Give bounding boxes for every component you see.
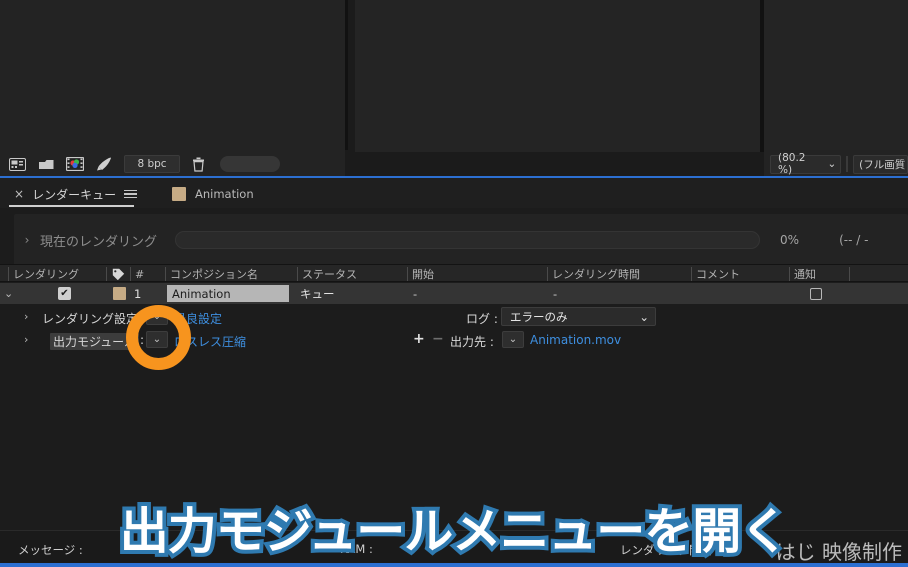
render-settings-expand-chevron[interactable]: › (24, 310, 28, 323)
col-render-time-header[interactable]: レンダリング時間 (547, 265, 691, 283)
row-start-time: - (413, 286, 418, 301)
col-comp-name-header[interactable]: コンポジション名 (165, 265, 297, 283)
close-icon[interactable]: × (14, 187, 24, 201)
current-render-elapsed: (-- / - (839, 233, 869, 247)
current-render-label: 現在のレンダリング (40, 234, 158, 250)
panel-tab-bar: × レンダーキュー Animation (0, 178, 908, 208)
tab-composition-animation[interactable]: Animation (172, 183, 254, 205)
caption-overlay: 出力モジュールメニューを開く (116, 499, 794, 564)
col-number-header[interactable]: # (130, 265, 165, 283)
col-start-header[interactable]: 開始 (407, 265, 547, 283)
after-effects-window: 8 bpc (80.2 %) ⌄ (フル画質 × レンダーキュー Animati… (0, 0, 908, 567)
quality-label: (フル画質 (859, 158, 906, 171)
zoom-level-dropdown[interactable]: (80.2 %) ⌄ (770, 152, 842, 176)
output-destination-value[interactable]: Animation.mov (530, 333, 621, 347)
mask-visibility-icon[interactable] (35, 155, 57, 173)
highlight-ring-annotation (126, 305, 191, 370)
tab-composition-label: Animation (195, 187, 254, 201)
delete-trash-icon[interactable] (187, 155, 209, 173)
col-end-divider (849, 265, 869, 283)
output-module-expand-chevron[interactable]: › (24, 333, 28, 346)
col-render-header[interactable]: レンダリング (8, 265, 106, 283)
hamburger-menu-icon[interactable] (124, 189, 138, 199)
current-render-expand-chevron[interactable]: › (14, 233, 40, 247)
tab-render-queue-label: レンダーキュー (32, 187, 117, 202)
log-label: ログ : (466, 312, 498, 326)
tab-render-queue[interactable]: × レンダーキュー (8, 182, 143, 206)
output-destination-label: 出力先 : (450, 335, 494, 349)
row-number: 1 (134, 286, 142, 301)
tag-icon[interactable] (106, 265, 130, 283)
row-render-time: - (553, 286, 558, 301)
chevron-down-icon: ⌄ (827, 158, 837, 170)
zoom-level-label: (80.2 %) (778, 152, 806, 176)
col-status-header[interactable]: ステータス (297, 265, 407, 283)
panel-divider (345, 0, 348, 150)
viewer-area: 8 bpc (80.2 %) ⌄ (フル画質 (0, 0, 908, 178)
col-notify-header[interactable]: 通知 (789, 265, 849, 283)
row-notify-checkbox[interactable] (810, 287, 822, 300)
viewer-bottom-toolbar: 8 bpc (0, 150, 345, 178)
bit-depth-button[interactable]: 8 bpc (124, 155, 180, 173)
table-row[interactable]: ⌄ ✔ 1 Animation キュー - - (0, 283, 908, 304)
chevron-down-icon: ⌄ (639, 309, 649, 324)
bit-depth-label: 8 bpc (137, 158, 167, 170)
render-queue-panel: › 現在のレンダリング 0% (-- / - レンダリング # コンポジション名… (0, 208, 908, 530)
viewer-zoom-toolbar: (80.2 %) ⌄ (フル画質 (764, 150, 908, 178)
quality-dropdown[interactable]: (フル画質 (853, 154, 908, 174)
remove-output-module-button[interactable]: − (432, 332, 444, 346)
output-destination-dropdown-chevron[interactable]: ⌄ (502, 331, 524, 348)
render-settings-label: レンダリング設定 (42, 312, 139, 326)
preview-slider-pill[interactable] (220, 156, 280, 172)
composition-viewer-panel[interactable] (0, 0, 345, 150)
col-comment-header[interactable]: コメント (691, 265, 789, 283)
row-color-swatch (113, 287, 126, 300)
row-expand-chevron[interactable]: ⌄ (4, 287, 13, 300)
row-status: キュー (300, 286, 335, 301)
log-dropdown[interactable]: エラーのみ ⌄ (501, 307, 656, 326)
side-panel[interactable] (764, 0, 908, 152)
toggle-transparency-grid-icon[interactable] (6, 155, 28, 173)
current-render-percent: 0% (780, 233, 800, 247)
active-tab-underline (9, 205, 134, 207)
toolbar-separator (846, 156, 849, 172)
add-output-module-button[interactable]: + (413, 332, 425, 346)
current-render-section: › 現在のレンダリング 0% (-- / - (14, 214, 908, 266)
bottom-accent-bar (0, 563, 908, 567)
timeline-panel[interactable] (355, 0, 760, 152)
composition-color-swatch (172, 187, 186, 201)
current-render-progress-bar (175, 231, 761, 249)
fast-preview-rocket-icon[interactable] (93, 155, 115, 173)
row-composition-name[interactable]: Animation (167, 285, 289, 302)
render-queue-table-header: レンダリング # コンポジション名 ステータス 開始 レンダリング時間 コメント… (0, 264, 908, 282)
render-enabled-checkbox[interactable]: ✔ (58, 287, 71, 300)
log-value: エラーのみ (510, 309, 568, 324)
color-channel-icon[interactable] (64, 155, 86, 173)
